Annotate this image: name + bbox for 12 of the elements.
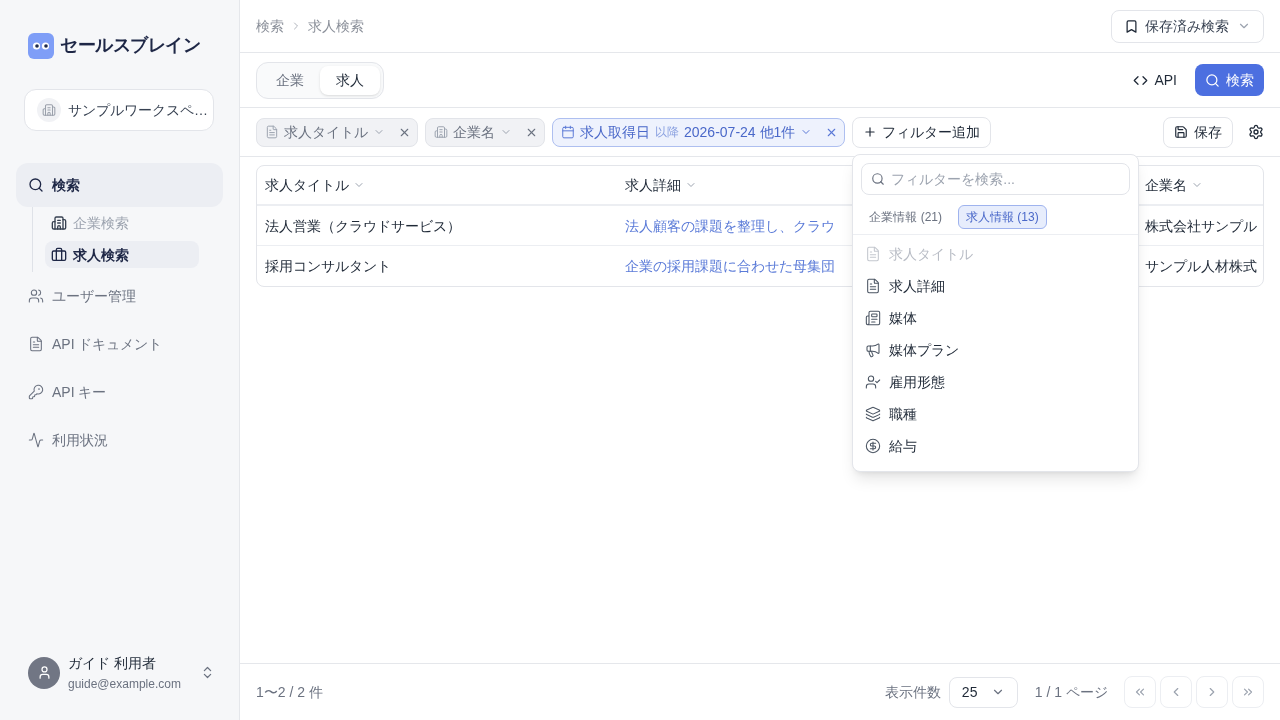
result-count: 1〜2 / 2 件	[256, 683, 323, 702]
user-email: guide@example.com	[68, 676, 182, 692]
page-size-label: 表示件数	[884, 683, 941, 702]
table-cell-text: 採用コンサルタント	[265, 257, 391, 276]
table-cell-text: 株式会社サンプル	[1145, 216, 1257, 236]
table-cell-text: 法人営業（クラウドサービス）	[265, 216, 461, 236]
logo-text: セールスブレイン	[60, 34, 201, 57]
filter-value: 2026-07-24 他1件	[684, 123, 796, 142]
user-name: ガイド 利用者	[68, 654, 157, 673]
filter-operator: 以降	[655, 124, 679, 140]
page-info: 1 / 1 ページ	[1034, 683, 1108, 702]
table-cell-text: サンプル人材株式	[1145, 257, 1257, 276]
